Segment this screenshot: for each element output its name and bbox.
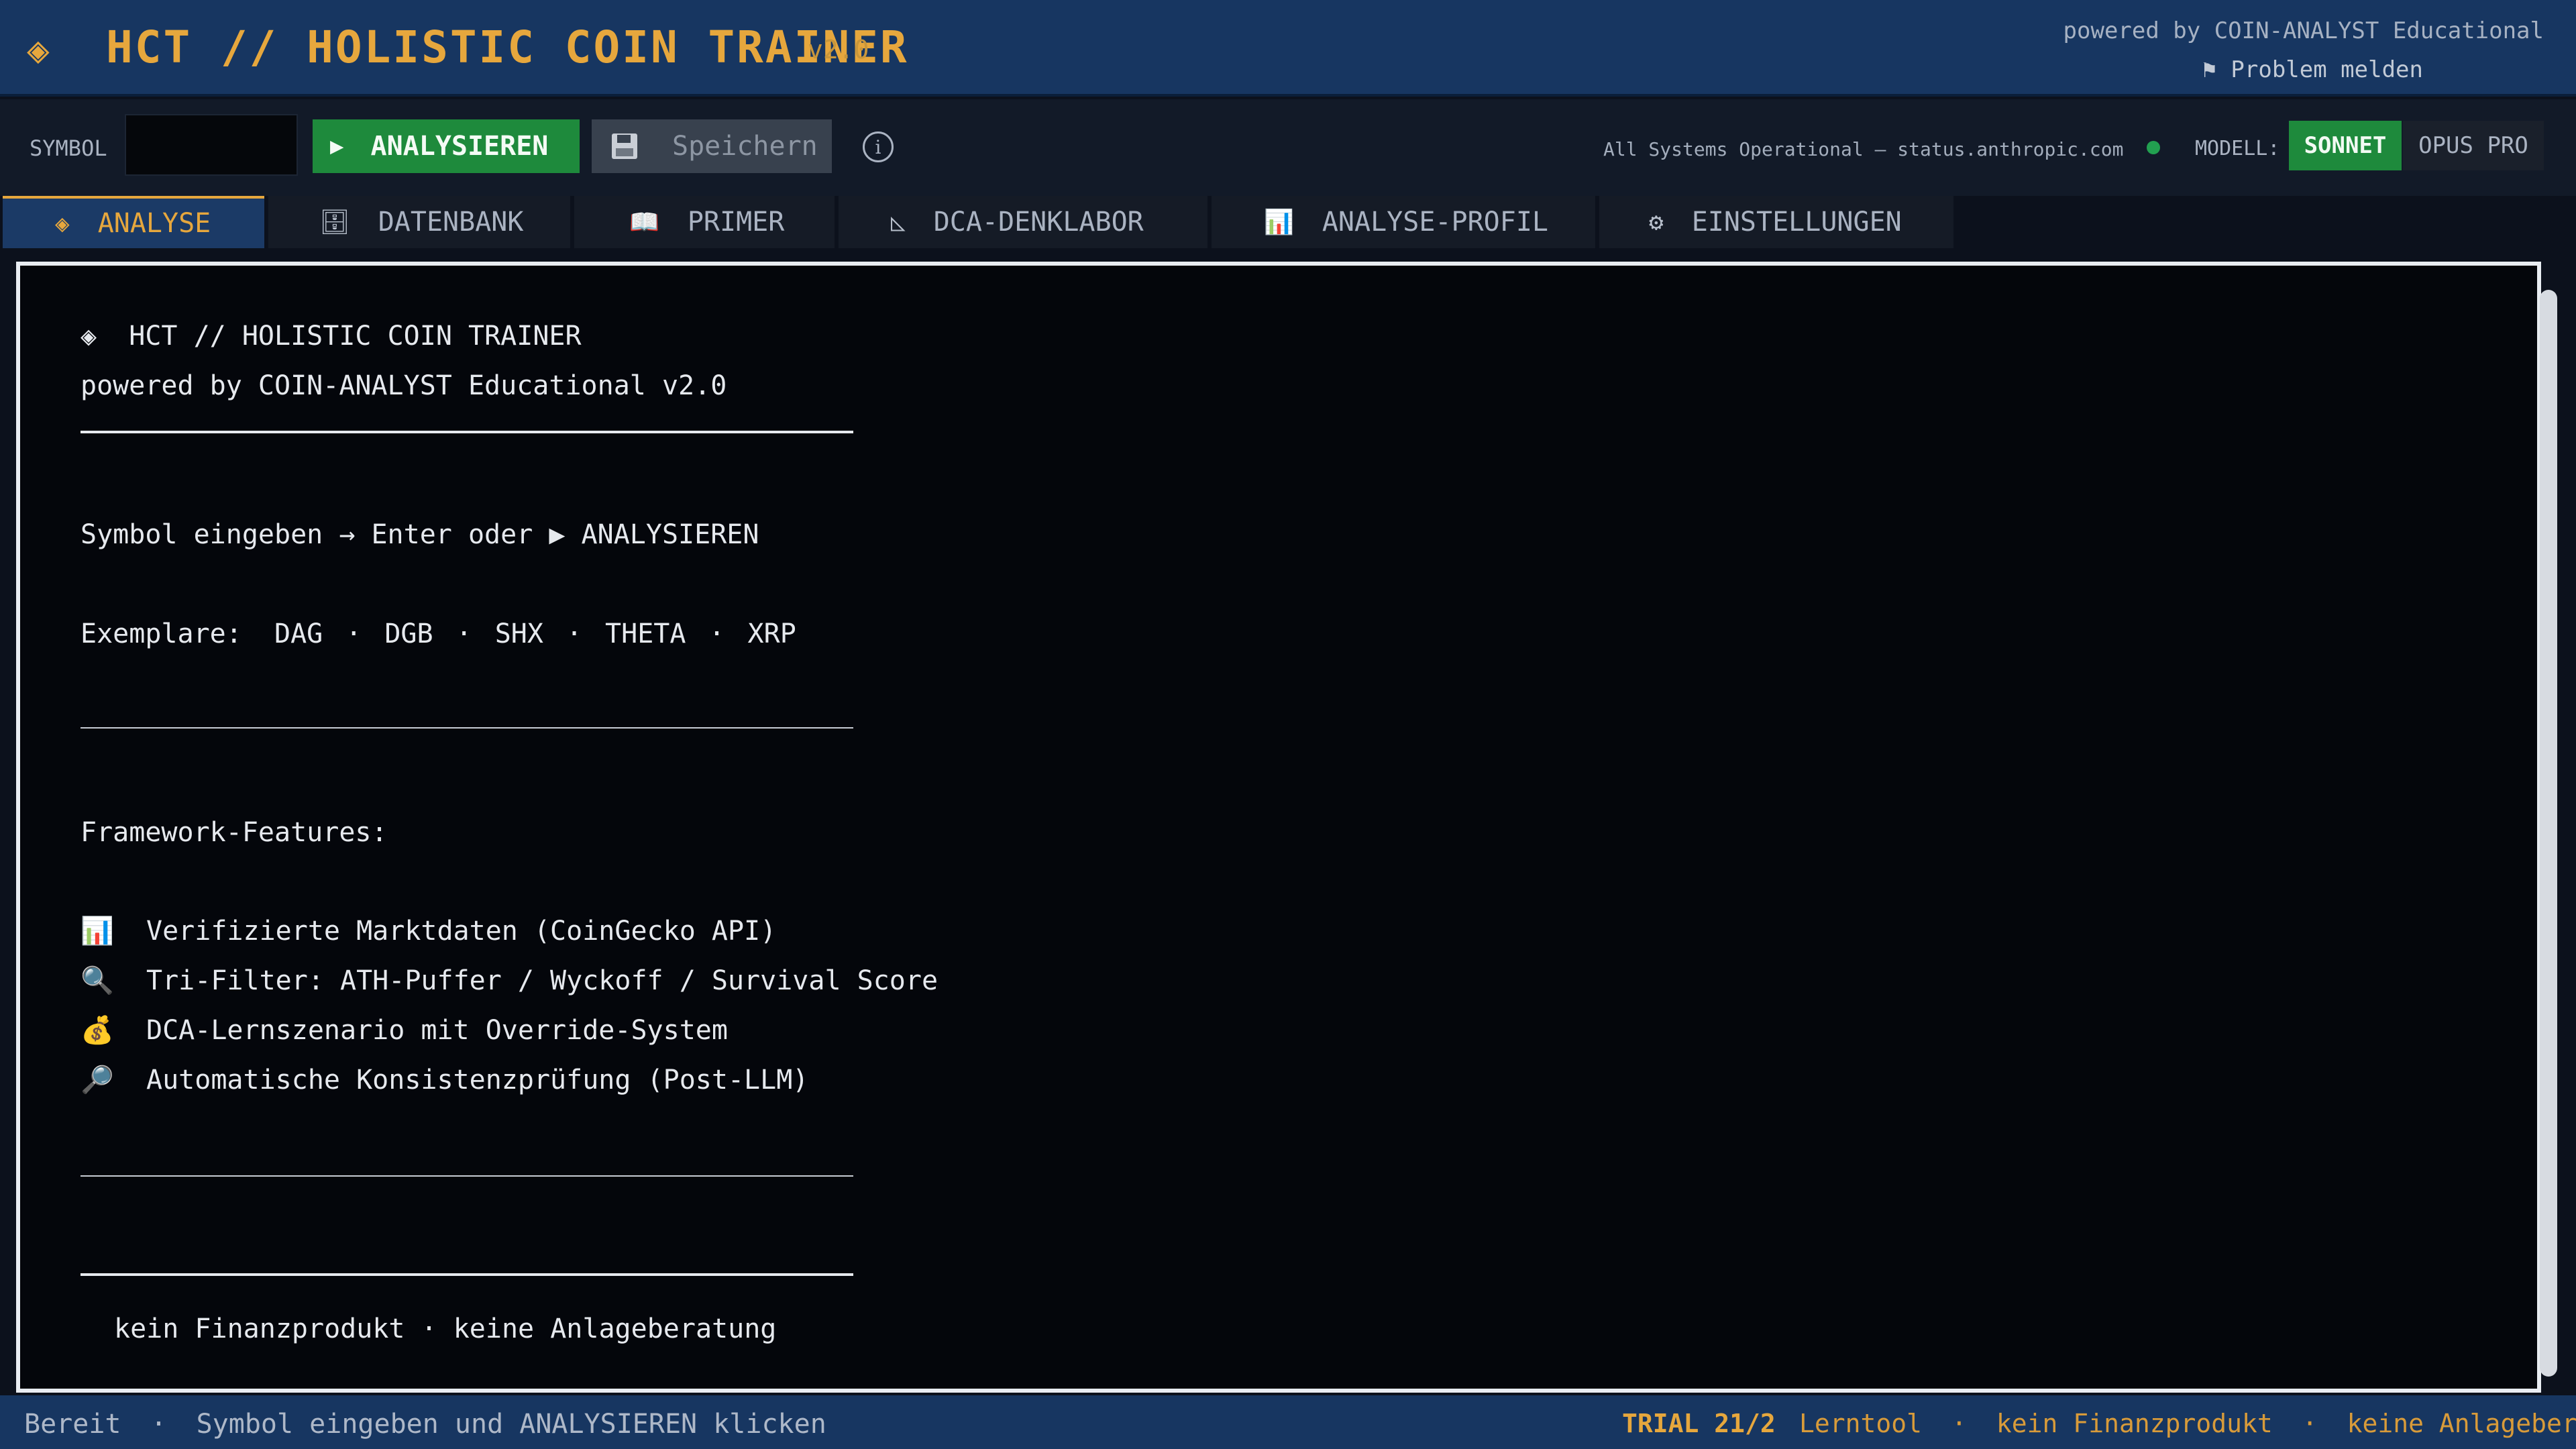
example-symbol-dgb[interactable]: DGB [384, 619, 433, 649]
magnifier-right-icon: 🔎 [80, 1065, 114, 1095]
status-ready: Bereit [24, 1409, 121, 1440]
diamond-icon: ◈ [80, 321, 97, 352]
info-icon[interactable]: i [863, 131, 894, 162]
open-book-icon: 📖 [629, 209, 659, 236]
tab-datenbank[interactable]: 🗄 DATENBANK [268, 196, 570, 248]
toolbar: SYMBOL ▶ ANALYSIEREN Speichern i All Sys… [0, 99, 2576, 196]
panel-powered-by: powered by COIN-ANALYST Educational v2.0 [80, 370, 727, 401]
analysis-output-panel: ◈ HCT // HOLISTIC COIN TRAINER powered b… [16, 262, 2541, 1393]
bar-chart-icon: 📊 [80, 916, 114, 947]
tab-label: PRIMER [687, 207, 785, 237]
examples-label: Exemplare: [80, 619, 242, 649]
save-button-label: Speichern [672, 131, 818, 162]
analyse-button-label: ANALYSIEREN [370, 131, 549, 162]
tag-kein-finanzprodukt: kein Finanzprodukt [1996, 1409, 2273, 1438]
status-hint: Symbol eingeben und ANALYSIEREN klicken [196, 1409, 826, 1440]
magnifier-icon: 🔍 [80, 965, 114, 996]
play-icon: ▶ [330, 133, 344, 160]
vertical-scrollbar[interactable] [2540, 290, 2557, 1377]
status-tags: Lerntool · kein Finanzprodukt · keine Anlage… [1799, 1409, 2576, 1438]
tab-label: ANALYSE-PROFIL [1322, 207, 1548, 237]
app-header: ◈ HCT // HOLISTIC COIN TRAINER v2.0 powe… [0, 0, 2576, 97]
instruction-text: Symbol eingeben → Enter oder ▶ ANALYSIER… [80, 519, 759, 550]
report-problem-link[interactable]: ⚑ Problem melden [2202, 56, 2423, 83]
divider [80, 727, 853, 729]
divider [80, 431, 853, 433]
powered-by-text: powered by COIN-ANALYST Educational [2063, 17, 2544, 44]
triangle-ruler-icon: ◺ [891, 208, 906, 236]
tab-primer[interactable]: 📖 PRIMER [574, 196, 835, 248]
model-opus-pro-button[interactable]: OPUS PRO [2403, 121, 2544, 170]
status-indicator-dot [2147, 141, 2160, 154]
example-symbol-shx[interactable]: SHX [495, 619, 543, 649]
example-symbol-dag[interactable]: DAG [274, 619, 323, 649]
example-symbol-xrp[interactable]: XRP [748, 619, 796, 649]
divider [80, 1175, 853, 1177]
app-window: ◈ HCT // HOLISTIC COIN TRAINER v2.0 powe… [0, 0, 2576, 1449]
panel-title: ◈ HCT // HOLISTIC COIN TRAINER [80, 321, 582, 352]
floppy-disk-icon [612, 133, 637, 159]
disclaimer-text: kein Finanzprodukt · keine Anlageberatun… [114, 1313, 777, 1344]
symbol-input[interactable] [125, 114, 298, 176]
report-problem-label: Problem melden [2231, 56, 2423, 83]
tab-label: DATENBANK [378, 207, 524, 237]
status-message: Bereit · Symbol eingeben und ANALYSIEREN k… [24, 1409, 826, 1440]
tab-label: EINSTELLUNGEN [1691, 207, 1902, 237]
tab-analyse[interactable]: ◈ ANALYSE [3, 196, 264, 248]
feature-item: 🔎 Automatische Konsistenzprüfung (Post-LL… [80, 1065, 809, 1095]
divider [80, 1273, 853, 1276]
tab-label: DCA-DENKLABOR [933, 207, 1144, 237]
gear-icon: ⚙ [1649, 208, 1664, 236]
tab-analyse-profil[interactable]: 📊 ANALYSE-PROFIL [1212, 196, 1595, 248]
examples-row: Exemplare: DAG · DGB · SHX · THETA · XRP [80, 619, 796, 649]
tab-label: ANALYSE [97, 208, 211, 239]
diamond-icon: ◈ [55, 209, 70, 237]
app-title: HCT // HOLISTIC COIN TRAINER [106, 21, 909, 73]
model-sonnet-button[interactable]: SONNET [2289, 121, 2402, 170]
analyse-button[interactable]: ▶ ANALYSIEREN [313, 119, 580, 173]
symbol-label: SYMBOL [30, 136, 107, 161]
feature-item: 💰 DCA-Lernszenario mit Override-System [80, 1015, 728, 1046]
tag-lerntool: Lerntool [1799, 1409, 1923, 1438]
save-button[interactable]: Speichern [592, 119, 832, 173]
feature-item: 🔍 Tri-Filter: ATH-Puffer / Wyckoff / Surv… [80, 965, 938, 996]
tab-einstellungen[interactable]: ⚙ EINSTELLUNGEN [1599, 196, 1953, 248]
trial-badge: TRIAL 21/2 [1622, 1409, 1776, 1438]
flag-icon: ⚑ [2202, 56, 2216, 83]
model-label: MODELL: [2195, 137, 2280, 160]
feature-item: 📊 Verifizierte Marktdaten (CoinGecko API) [80, 916, 777, 947]
tag-keine-anlageberatung: keine Anlageberatung [2347, 1409, 2576, 1438]
tab-bar: ◈ ANALYSE 🗄 DATENBANK 📖 PRIMER ◺ DCA-DEN… [0, 196, 2576, 248]
file-cabinet-icon: 🗄 [319, 209, 350, 236]
money-bag-icon: 💰 [80, 1015, 114, 1046]
tab-dca-denklabor[interactable]: ◺ DCA-DENKLABOR [839, 196, 1208, 248]
system-status-text[interactable]: All Systems Operational – status.anthrop… [1603, 138, 2123, 160]
logo-diamond-icon: ◈ [27, 28, 50, 72]
app-version: v2.0 [808, 35, 869, 64]
status-bar: Bereit · Symbol eingeben und ANALYSIEREN k… [0, 1395, 2576, 1449]
features-heading: Framework-Features: [80, 817, 388, 848]
bar-chart-icon: 📊 [1264, 209, 1294, 236]
example-symbol-theta[interactable]: THETA [605, 619, 686, 649]
